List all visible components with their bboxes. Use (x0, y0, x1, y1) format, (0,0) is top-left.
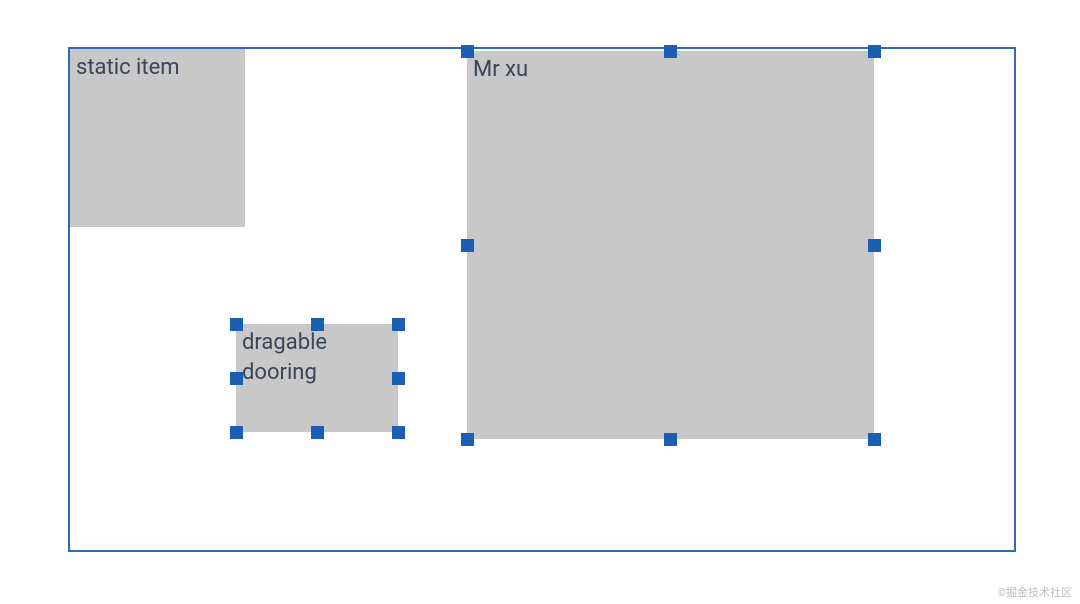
resize-handle-bottom-right[interactable] (392, 426, 405, 439)
resize-handle-bottom-middle[interactable] (311, 426, 324, 439)
resize-handle-bottom-left[interactable] (230, 426, 243, 439)
resize-handle-top-middle[interactable] (311, 318, 324, 331)
resize-handle-middle-left[interactable] (461, 239, 474, 252)
resize-handle-bottom-middle[interactable] (664, 433, 677, 446)
drag-canvas[interactable]: static item dragable dooring Mr xu (68, 47, 1016, 552)
resize-handle-middle-right[interactable] (868, 239, 881, 252)
resize-handle-top-right[interactable] (392, 318, 405, 331)
resize-handle-bottom-left[interactable] (461, 433, 474, 446)
resize-handle-middle-right[interactable] (392, 372, 405, 385)
box-label: dragable dooring (242, 330, 327, 385)
draggable-box-mrxu[interactable]: Mr xu (467, 51, 874, 439)
static-item-box: static item (70, 49, 245, 227)
resize-handle-top-middle[interactable] (664, 45, 677, 58)
resize-handle-bottom-right[interactable] (868, 433, 881, 446)
resize-handle-top-left[interactable] (230, 318, 243, 331)
resize-handle-top-right[interactable] (868, 45, 881, 58)
box-label: static item (76, 55, 180, 80)
box-label: Mr xu (473, 57, 528, 82)
resize-handle-top-left[interactable] (461, 45, 474, 58)
draggable-box-dooring[interactable]: dragable dooring (236, 324, 398, 432)
watermark-text: ©掘金技术社区 (997, 584, 1072, 600)
resize-handle-middle-left[interactable] (230, 372, 243, 385)
